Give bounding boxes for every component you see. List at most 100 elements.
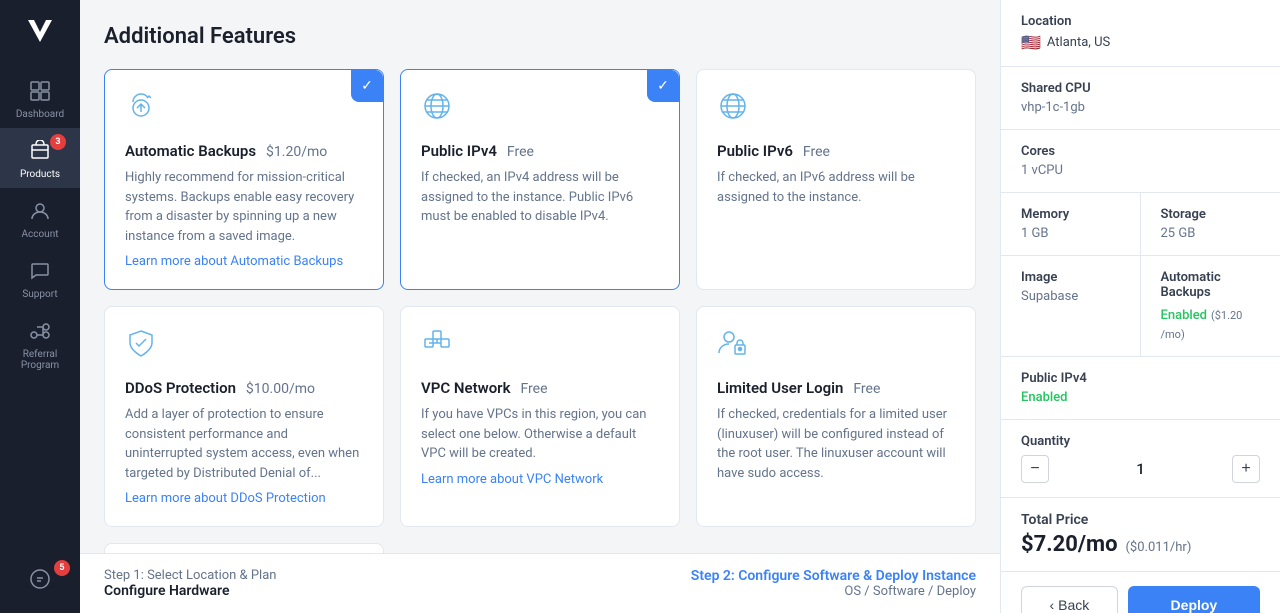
feature-link[interactable]: Learn more about DDoS Protection xyxy=(125,491,326,506)
panel-storage-label: Storage xyxy=(1161,207,1261,222)
sidebar-item-account[interactable]: Account xyxy=(0,188,80,248)
quantity-decrease-button[interactable]: − xyxy=(1021,455,1049,483)
sidebar-referral-label: Referral Program xyxy=(0,349,80,371)
feature-header: Public IPv4 Free xyxy=(421,141,659,160)
features-grid-row3: Cloud-Init User-Data Free This allows yo… xyxy=(104,543,976,553)
feature-desc: If you have VPCs in this region, you can… xyxy=(421,405,659,464)
panel-memory-value: 1 GB xyxy=(1021,226,1120,241)
page-title: Additional Features xyxy=(104,24,976,49)
feature-card-public-ipv6[interactable]: Public IPv6 Free If checked, an IPv6 add… xyxy=(696,69,976,290)
sidebar-products-label: Products xyxy=(20,169,60,180)
step2-sub: OS / Software / Deploy xyxy=(691,584,976,599)
flag-icon: 🇺🇸 xyxy=(1021,33,1041,52)
sidebar-nav: Dashboard 3 Products Account xyxy=(0,68,80,556)
step2-label: Step 2: Configure Software & Deploy Inst… xyxy=(691,568,976,584)
sidebar-item-products[interactable]: 3 Products xyxy=(0,128,80,188)
shield-icon xyxy=(125,327,363,366)
dashboard-icon xyxy=(29,80,51,105)
feature-name: Limited User Login xyxy=(717,379,843,397)
feature-card-automatic-backups[interactable]: Automatic Backups $1.20/mo Highly recomm… xyxy=(104,69,384,290)
panel-shared-cpu-section: Shared CPU vhp-1c-1gb xyxy=(1001,67,1280,130)
panel-shared-cpu-label: Shared CPU xyxy=(1021,81,1260,96)
sidebar: Dashboard 3 Products Account xyxy=(0,0,80,613)
feature-card-ddos[interactable]: DDoS Protection $10.00/mo Add a layer of… xyxy=(104,306,384,527)
account-icon xyxy=(29,200,51,225)
products-badge: 3 xyxy=(50,134,66,150)
feature-card-vpc[interactable]: VPC Network Free If you have VPCs in thi… xyxy=(400,306,680,527)
feature-name: Automatic Backups xyxy=(125,142,256,160)
panel-location-label: Location xyxy=(1021,14,1260,29)
feature-desc: Highly recommend for mission-critical sy… xyxy=(125,168,363,246)
support-icon xyxy=(29,260,51,285)
network-icon xyxy=(421,327,659,366)
panel-image-label: Image xyxy=(1021,270,1120,285)
feature-header: VPC Network Free xyxy=(421,378,659,397)
sidebar-item-chat[interactable]: 5 xyxy=(0,556,80,601)
panel-cores-value: 1 vCPU xyxy=(1021,163,1260,178)
total-price-row: $7.20/mo ($0.011/hr) xyxy=(1021,532,1260,557)
feature-name: Public IPv4 xyxy=(421,142,497,160)
chat-badge: 5 xyxy=(54,560,70,576)
feature-name: DDoS Protection xyxy=(125,379,236,397)
panel-auto-backups-label: Automatic Backups xyxy=(1161,270,1261,300)
panel-shared-cpu-value: vhp-1c-1gb xyxy=(1021,100,1260,115)
features-grid-row2: DDoS Protection $10.00/mo Add a layer of… xyxy=(104,306,976,527)
quantity-increase-button[interactable]: + xyxy=(1232,455,1260,483)
backup-icon xyxy=(125,90,363,129)
quantity-value: 1 xyxy=(1136,460,1145,478)
sidebar-item-dashboard[interactable]: Dashboard xyxy=(0,68,80,128)
sidebar-support-label: Support xyxy=(22,289,57,300)
ipv4-icon xyxy=(421,90,659,129)
feature-card-cloud-init[interactable]: Cloud-Init User-Data Free This allows yo… xyxy=(104,543,384,553)
logo[interactable] xyxy=(20,12,60,52)
panel-ipv4-label: Public IPv4 xyxy=(1021,371,1260,386)
panel-location-section: Location 🇺🇸 Atlanta, US xyxy=(1001,0,1280,67)
panel-image-backups: Image Supabase Automatic Backups Enabled… xyxy=(1001,256,1280,357)
total-price-label: Total Price xyxy=(1021,512,1260,528)
right-panel: Location 🇺🇸 Atlanta, US Shared CPU vhp-1… xyxy=(1000,0,1280,613)
feature-price: Free xyxy=(803,144,830,160)
empty-cell-2 xyxy=(696,543,976,553)
feature-price: Free xyxy=(853,381,880,397)
products-icon xyxy=(29,140,51,165)
content-area: Additional Features Automatic Backups $1… xyxy=(80,0,1000,553)
feature-desc: If checked, credentials for a limited us… xyxy=(717,405,955,483)
panel-cores-label: Cores xyxy=(1021,144,1260,159)
sidebar-item-support[interactable]: Support xyxy=(0,248,80,308)
feature-name: Public IPv6 xyxy=(717,142,793,160)
feature-price: $1.20/mo xyxy=(266,144,327,160)
panel-ipv4-value: Enabled xyxy=(1021,390,1260,405)
feature-link[interactable]: Learn more about Automatic Backups xyxy=(125,254,343,269)
features-grid-row1: Automatic Backups $1.20/mo Highly recomm… xyxy=(104,69,976,290)
feature-card-public-ipv4[interactable]: Public IPv4 Free If checked, an IPv4 add… xyxy=(400,69,680,290)
referral-icon xyxy=(29,320,51,345)
feature-header: Limited User Login Free xyxy=(717,378,955,397)
feature-header: Public IPv6 Free xyxy=(717,141,955,160)
back-button[interactable]: ‹ Back xyxy=(1021,586,1118,613)
feature-link[interactable]: Learn more about VPC Network xyxy=(421,472,603,487)
chevron-left-icon: ‹ xyxy=(1050,597,1055,613)
step2[interactable]: Step 2: Configure Software & Deploy Inst… xyxy=(691,568,976,599)
step1-sub: Configure Hardware xyxy=(104,583,276,599)
panel-image-value: Supabase xyxy=(1021,289,1120,304)
sidebar-item-referral[interactable]: Referral Program xyxy=(0,308,80,379)
sidebar-dashboard-label: Dashboard xyxy=(16,109,64,120)
panel-location-value: 🇺🇸 Atlanta, US xyxy=(1021,33,1260,52)
feature-name: VPC Network xyxy=(421,379,511,397)
deploy-button[interactable]: Deploy xyxy=(1128,586,1260,613)
panel-image-section: Image Supabase xyxy=(1001,256,1141,356)
feature-header: Automatic Backups $1.20/mo xyxy=(125,141,363,160)
quantity-control: − 1 + xyxy=(1021,455,1260,483)
panel-ipv4-section: Public IPv4 Enabled xyxy=(1001,357,1280,420)
feature-desc: If checked, an IPv6 address will be assi… xyxy=(717,168,955,207)
panel-storage-section: Storage 25 GB xyxy=(1141,193,1280,255)
panel-total-price-section: Total Price $7.20/mo ($0.011/hr) xyxy=(1001,498,1280,572)
panel-quantity-section: Quantity − 1 + xyxy=(1001,420,1280,498)
main-area: Additional Features Automatic Backups $1… xyxy=(80,0,1000,613)
feature-card-limited-user[interactable]: Limited User Login Free If checked, cred… xyxy=(696,306,976,527)
total-per-hr: ($0.011/hr) xyxy=(1125,540,1191,555)
chat-icon xyxy=(29,568,51,593)
ipv6-icon xyxy=(717,90,955,129)
step1: Step 1: Select Location & Plan Configure… xyxy=(104,568,276,599)
panel-cores-section: Cores 1 vCPU xyxy=(1001,130,1280,193)
